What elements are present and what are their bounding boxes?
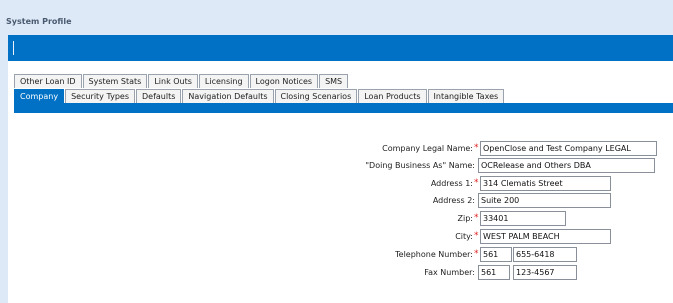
tab-defaults[interactable]: Defaults [136, 89, 182, 103]
telephone-area-field[interactable]: 561 [480, 247, 512, 262]
required-marker: * [474, 213, 479, 223]
address2-field[interactable]: Suite 200 [478, 193, 611, 208]
address1-label: Address 1: [430, 179, 473, 188]
address2-label: Address 2: [432, 196, 475, 205]
fax-area-field[interactable]: 561 [478, 265, 510, 280]
required-marker: * [474, 143, 479, 153]
dba-label: "Doing Business As" Name: [365, 161, 475, 170]
legal-name-label: Company Legal Name: [382, 144, 473, 153]
tab-company[interactable]: Company [14, 89, 65, 103]
zip-label: Zip: [457, 214, 473, 223]
tab-intangible-taxes[interactable]: Intangible Taxes [427, 89, 505, 103]
tab-row-lower: Company Security Types Defaults Navigati… [14, 89, 505, 103]
dba-field[interactable]: OCRelease and Others DBA [478, 158, 655, 173]
text-cursor [13, 41, 14, 55]
telephone-number-field[interactable]: 655-6418 [513, 247, 577, 262]
fax-label: Fax Number: [424, 268, 475, 277]
tab-closing-scenarios[interactable]: Closing Scenarios [274, 89, 358, 103]
tab-system-stats[interactable]: System Stats [82, 74, 148, 88]
required-marker: * [474, 249, 479, 259]
telephone-label: Telephone Number: [395, 250, 473, 259]
tab-security-types[interactable]: Security Types [65, 89, 135, 103]
app-frame: System Profile Other Loan ID System Stat… [0, 0, 673, 303]
tab-licensing[interactable]: Licensing [198, 74, 249, 88]
city-field[interactable]: WEST PALM BEACH [480, 229, 611, 244]
tab-loan-products[interactable]: Loan Products [358, 89, 427, 103]
tab-logon-notices[interactable]: Logon Notices [249, 74, 319, 88]
legal-name-field[interactable]: OpenClose and Test Company LEGAL [480, 141, 657, 156]
fax-number-field[interactable]: 123-4567 [513, 265, 577, 280]
tab-content-strip [14, 103, 673, 113]
zip-field[interactable]: 33401 [480, 211, 566, 226]
city-label: City: [455, 232, 473, 241]
required-marker: * [474, 231, 479, 241]
header-bar [8, 35, 673, 61]
page-title: System Profile [6, 17, 72, 26]
tab-other-loan-id[interactable]: Other Loan ID [14, 74, 82, 88]
required-marker: * [474, 178, 479, 188]
tab-row-upper: Other Loan ID System Stats Link Outs Lic… [14, 74, 349, 88]
tab-sms[interactable]: SMS [319, 74, 349, 88]
tab-navigation-defaults[interactable]: Navigation Defaults [182, 89, 274, 103]
tab-link-outs[interactable]: Link Outs [148, 74, 198, 88]
address1-field[interactable]: 314 Clematis Street [480, 176, 611, 191]
